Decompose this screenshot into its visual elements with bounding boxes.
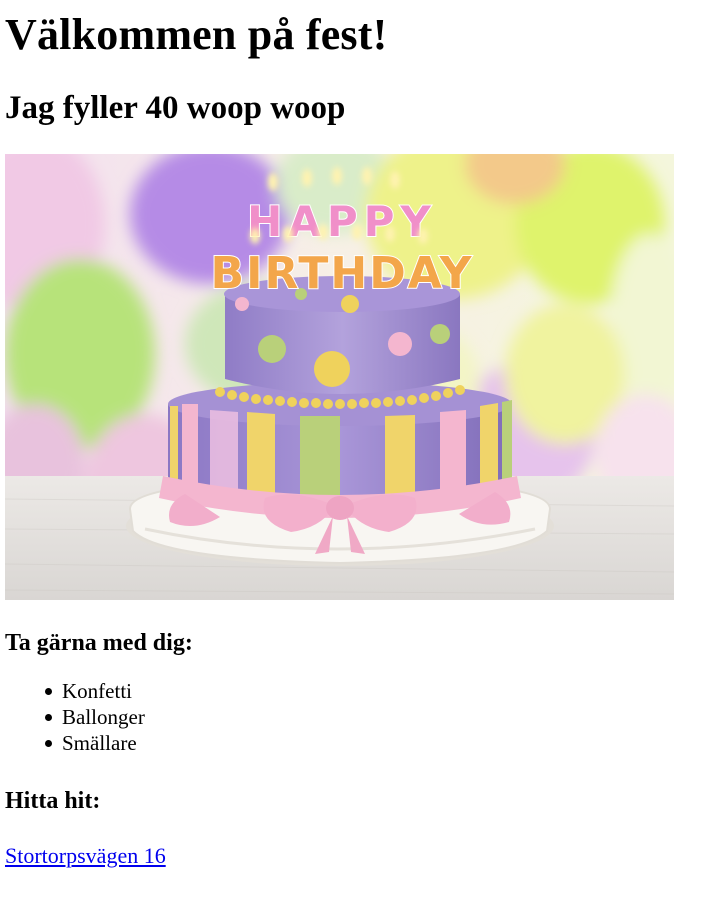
page-subtitle: Jag fyller 40 woop woop: [5, 90, 346, 126]
directions-heading: Hitta hit:: [5, 788, 101, 814]
list-item: Konfetti: [45, 678, 701, 704]
topper-birthday: BIRTHDAY: [211, 248, 474, 299]
topper-happy: HAPPY: [247, 197, 437, 246]
bullet-icon: [45, 740, 52, 747]
list-item-label: Ballonger: [62, 705, 145, 729]
list-item-label: Smällare: [62, 731, 137, 755]
list-item-label: Konfetti: [62, 679, 132, 703]
page-title: Välkommen på fest!: [5, 10, 388, 59]
page: Välkommen på fest! Jag fyller 40 woop wo…: [0, 0, 701, 900]
bullet-icon: [45, 688, 52, 695]
birthday-cake-image: HAPPY BIRTHDAY: [5, 154, 674, 600]
list-item: Smällare: [45, 730, 701, 756]
bring-heading: Ta gärna med dig:: [5, 630, 193, 656]
list-item: Ballonger: [45, 704, 701, 730]
bullet-icon: [45, 714, 52, 721]
address-link[interactable]: Stortorpsvägen 16: [5, 842, 166, 870]
bring-list: Konfetti Ballonger Smällare: [5, 678, 701, 756]
